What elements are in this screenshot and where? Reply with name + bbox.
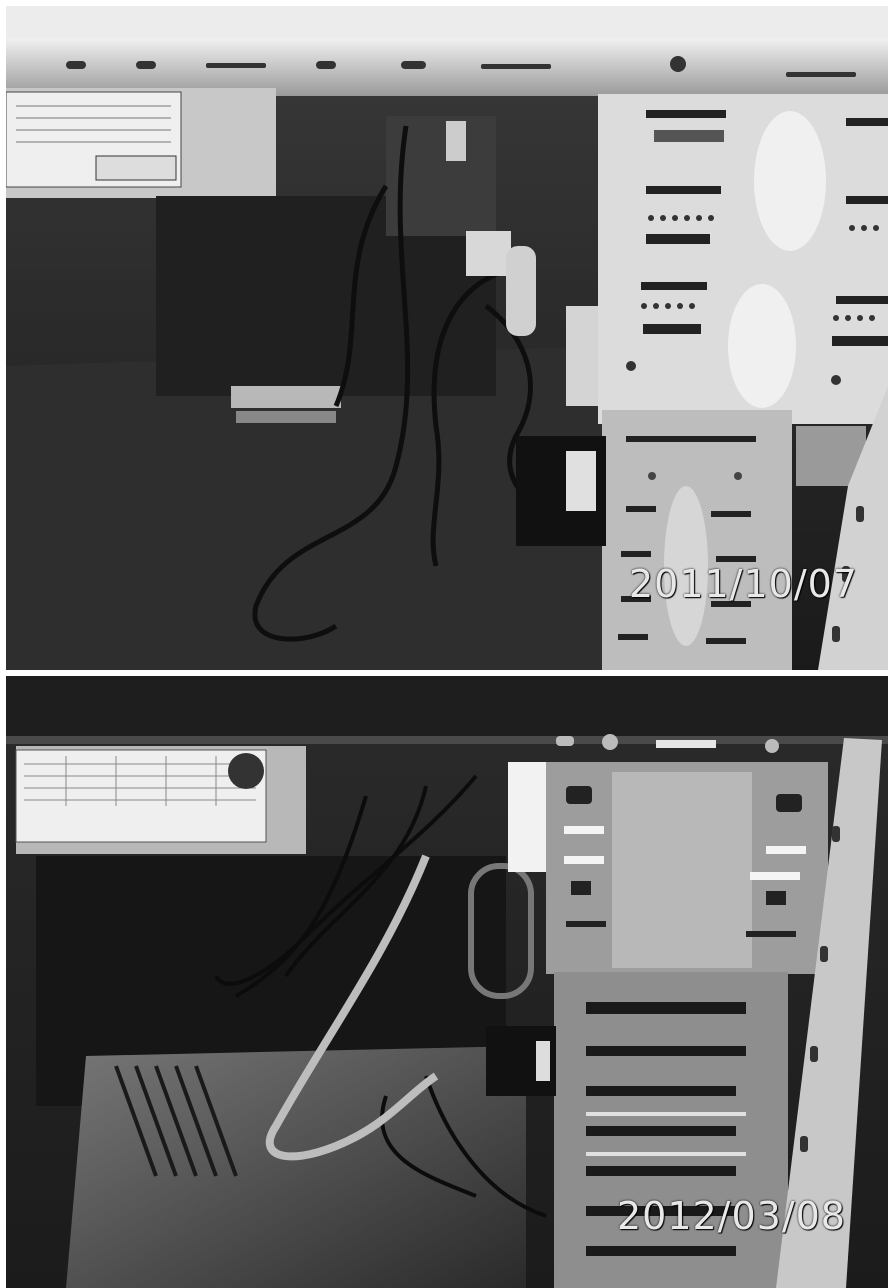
date-stamp-bottom: 2012/03/08 bbox=[616, 1194, 846, 1238]
photo-top-pc-interior: 2011/10/07 bbox=[6, 6, 888, 670]
photo-bottom-pc-interior: 2012/03/08 bbox=[6, 676, 888, 1288]
power-supply-unit bbox=[15, 746, 306, 854]
date-stamp-top: 2011/10/07 bbox=[628, 562, 858, 606]
power-supply-unit bbox=[6, 88, 276, 198]
drive-cage-5-25 bbox=[598, 94, 888, 424]
case-floor bbox=[66, 1046, 526, 1288]
expansion-slot bbox=[231, 386, 341, 408]
drive-cage-3-5 bbox=[554, 972, 788, 1288]
case-top-rail bbox=[6, 676, 888, 742]
drive-cage-5-25 bbox=[546, 762, 828, 974]
